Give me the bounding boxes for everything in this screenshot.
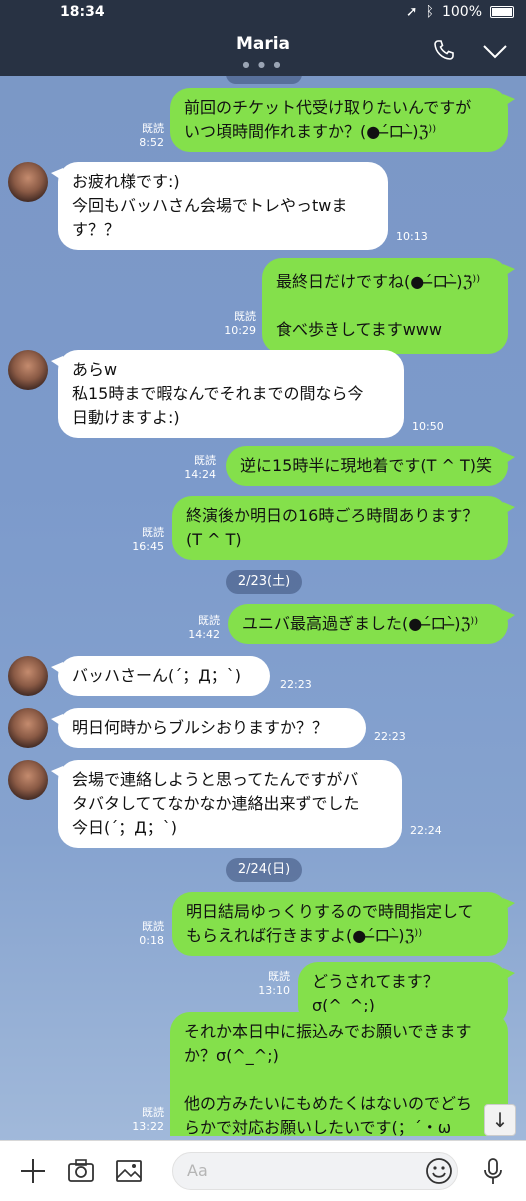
status-right: ➚ ᛒ 100% [406, 4, 514, 20]
chat-area[interactable]: 既読 8:52 前回のチケット代受け取りたいんですが いつ頃時間作れますか？(●… [0, 76, 526, 1136]
read-receipt: 既読 [142, 1106, 164, 1119]
outgoing-message[interactable]: 終演後か明日の16時ごろ時間あります？ (T ^ T) [172, 496, 515, 560]
message-meta: 既読 10:29 [220, 310, 256, 338]
phone-icon[interactable] [432, 38, 456, 62]
read-receipt: 既読 [142, 526, 164, 539]
message-meta: 既読 0:18 [128, 920, 164, 948]
message-input[interactable]: Aa [172, 1152, 458, 1190]
read-receipt: 既読 [142, 122, 164, 135]
image-icon[interactable] [114, 1156, 144, 1186]
location-icon: ➚ [405, 4, 418, 20]
read-receipt: 既読 [142, 920, 164, 933]
message-time: 10:13 [396, 230, 428, 243]
outgoing-message[interactable]: 前回のチケット代受け取りたいんですが いつ頃時間作れますか？(●ˊ̶ロˋ̶)ℨ⁾… [170, 88, 515, 152]
read-receipt: 既読 [194, 454, 216, 467]
avatar[interactable] [8, 656, 48, 696]
message-time: 14:24 [184, 468, 216, 481]
message-time: 22:24 [410, 824, 442, 837]
incoming-message[interactable]: あらw 私15時まで暇なんでそれまでの間なら今 日動けますよ:) [51, 350, 404, 438]
message-time: 13:10 [258, 984, 290, 997]
chat-header: Maria ● ● ● [0, 26, 526, 76]
status-bar: 18:34 ➚ ᛒ 100% [0, 0, 526, 26]
message-meta: 既読 8:52 [128, 122, 164, 150]
arrow-down-icon[interactable]: ↓ [484, 1104, 516, 1136]
battery-percent: 100% [441, 4, 482, 20]
message-time: 0:18 [139, 934, 164, 947]
message-meta: 既読 14:42 [184, 614, 220, 642]
message-meta: 既読 13:10 [254, 970, 290, 998]
outgoing-message[interactable]: それか本日中に振込みでお願いできます か？σ(^_^;) 他の方みたいにもめたく… [170, 1012, 508, 1136]
avatar[interactable] [8, 708, 48, 748]
incoming-message[interactable]: 明日何時からブルシおりますか？？ [51, 708, 366, 748]
emoji-icon[interactable] [424, 1156, 454, 1186]
plus-icon[interactable] [18, 1156, 48, 1186]
incoming-message[interactable]: 会場で連絡しようと思ってたんですがバ タバタしててなかなか連絡出来ずでした 今日… [51, 760, 402, 848]
message-time: 13:22 [132, 1120, 164, 1133]
chevron-down-icon[interactable] [482, 40, 508, 62]
message-meta: 既読 16:45 [128, 526, 164, 554]
outgoing-message[interactable]: 逆に15時半に現地着です(T ^ T)笑 [226, 446, 515, 486]
read-receipt: 既読 [198, 614, 220, 627]
message-time: 10:29 [224, 324, 256, 337]
avatar[interactable] [8, 162, 48, 202]
avatar[interactable] [8, 760, 48, 800]
bluetooth-icon: ᛒ [425, 4, 434, 20]
message-time: 14:42 [188, 628, 220, 641]
read-receipt: 既読 [234, 310, 256, 323]
message-time: 22:23 [280, 678, 312, 691]
input-bar: Aa [0, 1140, 526, 1201]
outgoing-message[interactable]: 明日結局ゆっくりするので時間指定して もらえれば行きますよ(●ˊ̶ロˋ̶)ℨ⁾⁾ [172, 892, 515, 956]
avatar[interactable] [8, 350, 48, 390]
message-time: 10:50 [412, 420, 444, 433]
date-pill-partial [226, 76, 302, 84]
incoming-message[interactable]: バッハさーん(´；Д；`) [51, 656, 270, 696]
outgoing-message[interactable]: ユニバ最高過ぎました(●ˊ̶ロˋ̶)ℨ⁾⁾ [228, 604, 515, 644]
message-time: 16:45 [132, 540, 164, 553]
camera-icon[interactable] [66, 1156, 96, 1186]
message-time: 8:52 [139, 136, 164, 149]
battery-icon [490, 6, 514, 18]
status-time: 18:34 [60, 4, 105, 20]
incoming-message[interactable]: お疲れ様です:) 今回もバッハさん会場でトレやっtwま す？？ [51, 162, 388, 250]
read-receipt: 既読 [268, 970, 290, 983]
microphone-icon[interactable] [478, 1156, 508, 1186]
date-separator: 2/24(日) [226, 858, 302, 882]
date-separator: 2/23(土) [226, 570, 302, 594]
outgoing-message[interactable]: 最終日だけですね(●ˊ̶ロˋ̶)ℨ⁾⁾ 食べ歩きしてますwww [262, 258, 515, 354]
message-meta: 既読 13:22 [128, 1106, 164, 1134]
message-time: 22:23 [374, 730, 406, 743]
message-meta: 既読 14:24 [180, 454, 216, 482]
